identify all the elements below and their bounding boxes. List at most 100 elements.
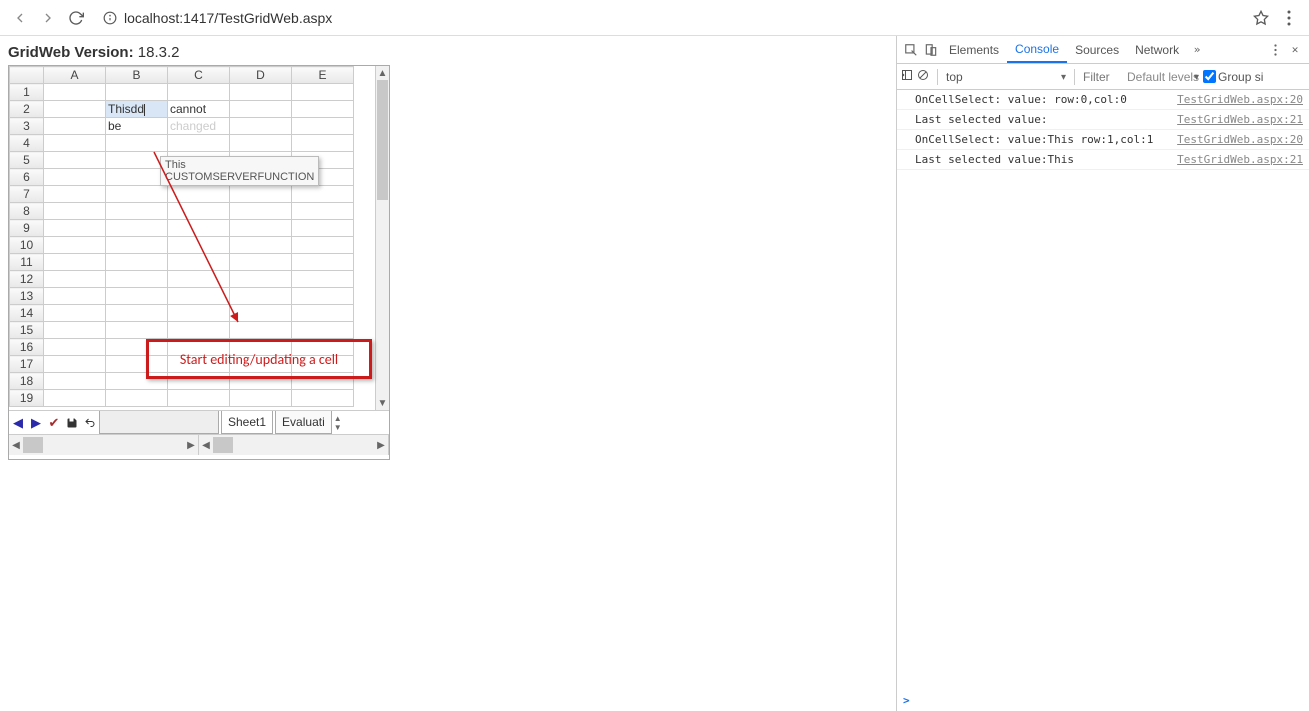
- grid-vertical-scrollbar[interactable]: ▲ ▼: [375, 66, 389, 410]
- cell-C1[interactable]: [168, 84, 230, 101]
- cell-D8[interactable]: [230, 203, 292, 220]
- cell-A1[interactable]: [44, 84, 106, 101]
- cell-C7[interactable]: [168, 186, 230, 203]
- row-header-11[interactable]: 11: [10, 254, 44, 271]
- cell-E1[interactable]: [292, 84, 354, 101]
- nav-prev-icon[interactable]: ◀: [9, 411, 27, 434]
- cell-E3[interactable]: [292, 118, 354, 135]
- hscroll-right[interactable]: ◀ ▶: [199, 435, 389, 455]
- cell-B6[interactable]: [106, 169, 168, 186]
- row-header-10[interactable]: 10: [10, 237, 44, 254]
- cell-B2[interactable]: Thisdd: [106, 101, 168, 118]
- bookmark-star-icon[interactable]: [1249, 6, 1273, 30]
- console-filter-input[interactable]: [1083, 70, 1123, 84]
- cell-B3[interactable]: be: [106, 118, 168, 135]
- cell-C13[interactable]: [168, 288, 230, 305]
- sheet-tab-evaluation[interactable]: Evaluati: [275, 411, 332, 434]
- cell-C8[interactable]: [168, 203, 230, 220]
- cell-D9[interactable]: [230, 220, 292, 237]
- console-prompt[interactable]: >: [897, 690, 1309, 711]
- cell-A4[interactable]: [44, 135, 106, 152]
- tab-scroll-arrows[interactable]: ▲▼: [334, 411, 346, 434]
- undo-icon[interactable]: [81, 411, 99, 434]
- cell-D13[interactable]: [230, 288, 292, 305]
- scroll-down-icon[interactable]: ▼: [376, 396, 389, 410]
- cell-D10[interactable]: [230, 237, 292, 254]
- forward-button[interactable]: [36, 6, 60, 30]
- row-header-16[interactable]: 16: [10, 339, 44, 356]
- cell-A3[interactable]: [44, 118, 106, 135]
- cell-D12[interactable]: [230, 271, 292, 288]
- cell-C3[interactable]: changed: [168, 118, 230, 135]
- row-header-15[interactable]: 15: [10, 322, 44, 339]
- devtools-tab-network[interactable]: Network: [1127, 36, 1187, 63]
- cell-E15[interactable]: [292, 322, 354, 339]
- cell-E10[interactable]: [292, 237, 354, 254]
- cell-D11[interactable]: [230, 254, 292, 271]
- device-toggle-icon[interactable]: [921, 43, 941, 57]
- row-header-7[interactable]: 7: [10, 186, 44, 203]
- cell-B12[interactable]: [106, 271, 168, 288]
- sheet-tab-sheet1[interactable]: Sheet1: [221, 411, 273, 434]
- cell-C9[interactable]: [168, 220, 230, 237]
- cell-B11[interactable]: [106, 254, 168, 271]
- cell-B7[interactable]: [106, 186, 168, 203]
- cell-E19[interactable]: [292, 390, 354, 407]
- cell-B9[interactable]: [106, 220, 168, 237]
- row-header-2[interactable]: 2: [10, 101, 44, 118]
- console-message-source-link[interactable]: TestGridWeb.aspx:21: [1169, 113, 1303, 126]
- cell-A18[interactable]: [44, 373, 106, 390]
- cell-A17[interactable]: [44, 356, 106, 373]
- cell-D7[interactable]: [230, 186, 292, 203]
- cell-E4[interactable]: [292, 135, 354, 152]
- scroll-up-icon[interactable]: ▲: [376, 66, 389, 80]
- cell-B15[interactable]: [106, 322, 168, 339]
- console-message-source-link[interactable]: TestGridWeb.aspx:21: [1169, 153, 1303, 166]
- cell-A2[interactable]: [44, 101, 106, 118]
- inspect-element-icon[interactable]: [901, 43, 921, 57]
- cell-A5[interactable]: [44, 152, 106, 169]
- row-header-3[interactable]: 3: [10, 118, 44, 135]
- col-header-C[interactable]: C: [168, 67, 230, 84]
- cell-A19[interactable]: [44, 390, 106, 407]
- col-header-A[interactable]: A: [44, 67, 106, 84]
- col-header-B[interactable]: B: [106, 67, 168, 84]
- row-header-12[interactable]: 12: [10, 271, 44, 288]
- reload-button[interactable]: [64, 6, 88, 30]
- hscroll-left-thumb[interactable]: [23, 437, 43, 453]
- cell-B8[interactable]: [106, 203, 168, 220]
- cell-E9[interactable]: [292, 220, 354, 237]
- hscroll-left-arrow-icon[interactable]: ◀: [9, 435, 23, 455]
- hscroll-right-larrow-icon[interactable]: ◀: [199, 435, 213, 455]
- col-header-E[interactable]: E: [292, 67, 354, 84]
- cell-D3[interactable]: [230, 118, 292, 135]
- address-bar[interactable]: localhost:1417/TestGridWeb.aspx: [124, 10, 1245, 26]
- submit-check-icon[interactable]: ✔: [45, 411, 63, 434]
- back-button[interactable]: [8, 6, 32, 30]
- cell-A10[interactable]: [44, 237, 106, 254]
- row-header-14[interactable]: 14: [10, 305, 44, 322]
- row-header-1[interactable]: 1: [10, 84, 44, 101]
- console-messages[interactable]: OnCellSelect: value: row:0,col:0TestGrid…: [897, 90, 1309, 690]
- scroll-thumb[interactable]: [377, 80, 388, 200]
- hscroll-left[interactable]: ◀ ▶: [9, 435, 199, 455]
- cell-A11[interactable]: [44, 254, 106, 271]
- cell-A15[interactable]: [44, 322, 106, 339]
- cell-D19[interactable]: [230, 390, 292, 407]
- hscroll-left-rarrow-icon[interactable]: ▶: [184, 435, 198, 455]
- cell-A13[interactable]: [44, 288, 106, 305]
- cell-E2[interactable]: [292, 101, 354, 118]
- cell-A12[interactable]: [44, 271, 106, 288]
- row-header-4[interactable]: 4: [10, 135, 44, 152]
- cell-A16[interactable]: [44, 339, 106, 356]
- cell-D4[interactable]: [230, 135, 292, 152]
- cell-D14[interactable]: [230, 305, 292, 322]
- row-header-17[interactable]: 17: [10, 356, 44, 373]
- browser-menu-icon[interactable]: [1277, 6, 1301, 30]
- row-header-9[interactable]: 9: [10, 220, 44, 237]
- cell-D1[interactable]: [230, 84, 292, 101]
- row-header-13[interactable]: 13: [10, 288, 44, 305]
- cell-C14[interactable]: [168, 305, 230, 322]
- devtools-tab-sources[interactable]: Sources: [1067, 36, 1127, 63]
- cell-B5[interactable]: [106, 152, 168, 169]
